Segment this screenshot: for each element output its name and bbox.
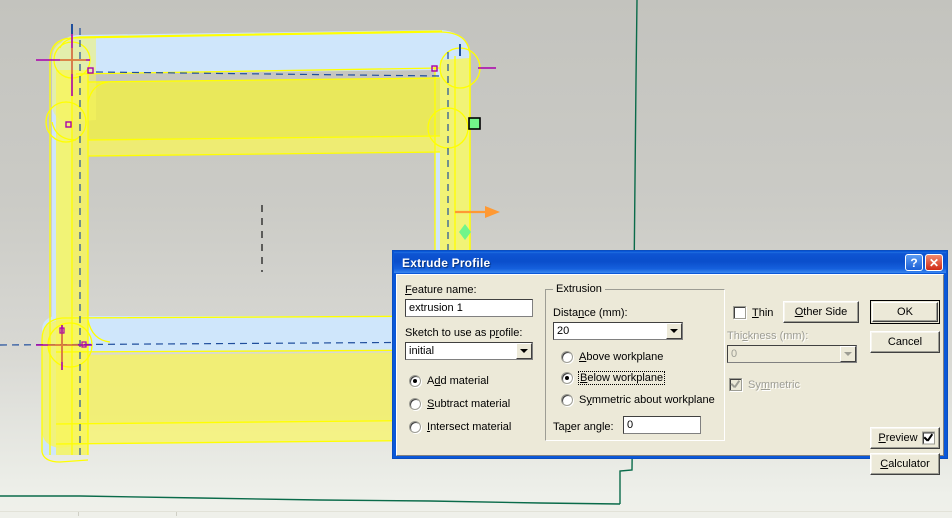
symmetric-label: Symmetric (748, 378, 800, 391)
thickness-label: Thickness (mm): (727, 330, 809, 342)
ok-label: OK (897, 306, 913, 318)
thickness-combo: 0 (727, 345, 857, 363)
feature-name-input[interactable]: extrusion 1 (405, 299, 533, 317)
calculator-label: Calculator (880, 458, 930, 470)
radio-dot-add (409, 375, 421, 387)
extrusion-group-legend: Extrusion (553, 283, 605, 295)
dialog-titlebar[interactable]: Extrude Profile ? ✕ (394, 252, 946, 273)
other-side-button[interactable]: Other Side (783, 301, 859, 323)
radio-subtract-material[interactable]: Subtract material (409, 398, 510, 410)
cancel-button[interactable]: Cancel (870, 331, 940, 353)
other-side-label: Other Side (794, 306, 848, 318)
dialog-body: Feature name: extrusion 1 Sketch to use … (396, 274, 944, 475)
radio-label-symmetric-about: Symmetric about workplane (579, 394, 715, 406)
chevron-down-icon[interactable] (666, 323, 682, 339)
distance-label: Distance (mm): (553, 307, 628, 319)
calculator-button[interactable]: Calculator (870, 453, 940, 475)
dialog-title: Extrude Profile (402, 255, 491, 270)
distance-combo[interactable]: 20 (553, 322, 683, 340)
radio-label-above: Above workplane (579, 351, 664, 363)
sketch-profile-label: Sketch to use as profile: (405, 327, 523, 339)
taper-angle-input[interactable]: 0 (623, 416, 701, 434)
extrude-profile-dialog[interactable]: Extrude Profile ? ✕ Feature name: extrus… (392, 250, 948, 475)
chevron-down-icon[interactable] (516, 343, 532, 359)
chevron-down-icon (840, 346, 856, 362)
radio-label-intersect: Intersect material (427, 421, 512, 433)
thin-label: Thin (752, 306, 774, 319)
sketch-profile-combo[interactable]: initial (405, 342, 533, 360)
radio-dot-subtract (409, 398, 421, 410)
radio-above-workplane[interactable]: Above workplane (561, 351, 663, 363)
cancel-label: Cancel (887, 336, 923, 348)
preview-button[interactable]: Preview (870, 427, 940, 449)
preview-checkbox[interactable] (922, 431, 935, 445)
thickness-value: 0 (731, 348, 738, 360)
radio-below-workplane[interactable]: Below workplane (561, 371, 666, 385)
thin-checkbox[interactable]: Thin (733, 306, 773, 319)
taper-angle-label: Taper angle: (553, 421, 614, 433)
help-icon[interactable]: ? (905, 254, 923, 271)
thin-checkbox-box (733, 306, 746, 319)
radio-intersect-material[interactable]: Intersect material (409, 421, 511, 433)
symmetric-checkbox-box (729, 378, 742, 391)
drag-handle-green (468, 117, 481, 130)
radio-dot-intersect (409, 421, 421, 433)
sketch-profile-value: initial (409, 345, 435, 357)
feature-name-label: Feature name: (405, 284, 477, 296)
radio-label-subtract: Subtract material (427, 398, 511, 410)
radio-dot-above (561, 351, 573, 363)
ok-button[interactable]: OK (870, 300, 940, 324)
preview-label: Preview (878, 432, 918, 444)
distance-value: 20 (557, 325, 570, 337)
radio-label-below: Below workplane (577, 371, 666, 385)
radio-symmetric-about-workplane[interactable]: Symmetric about workplane (561, 394, 715, 406)
radio-dot-symmetric-about (561, 394, 573, 406)
radio-label-add: Add material (427, 375, 489, 387)
close-icon[interactable]: ✕ (925, 254, 943, 271)
symmetric-checkbox: Symmetric (729, 378, 800, 391)
radio-dot-below (561, 372, 573, 384)
radio-add-material[interactable]: Add material (409, 375, 489, 387)
